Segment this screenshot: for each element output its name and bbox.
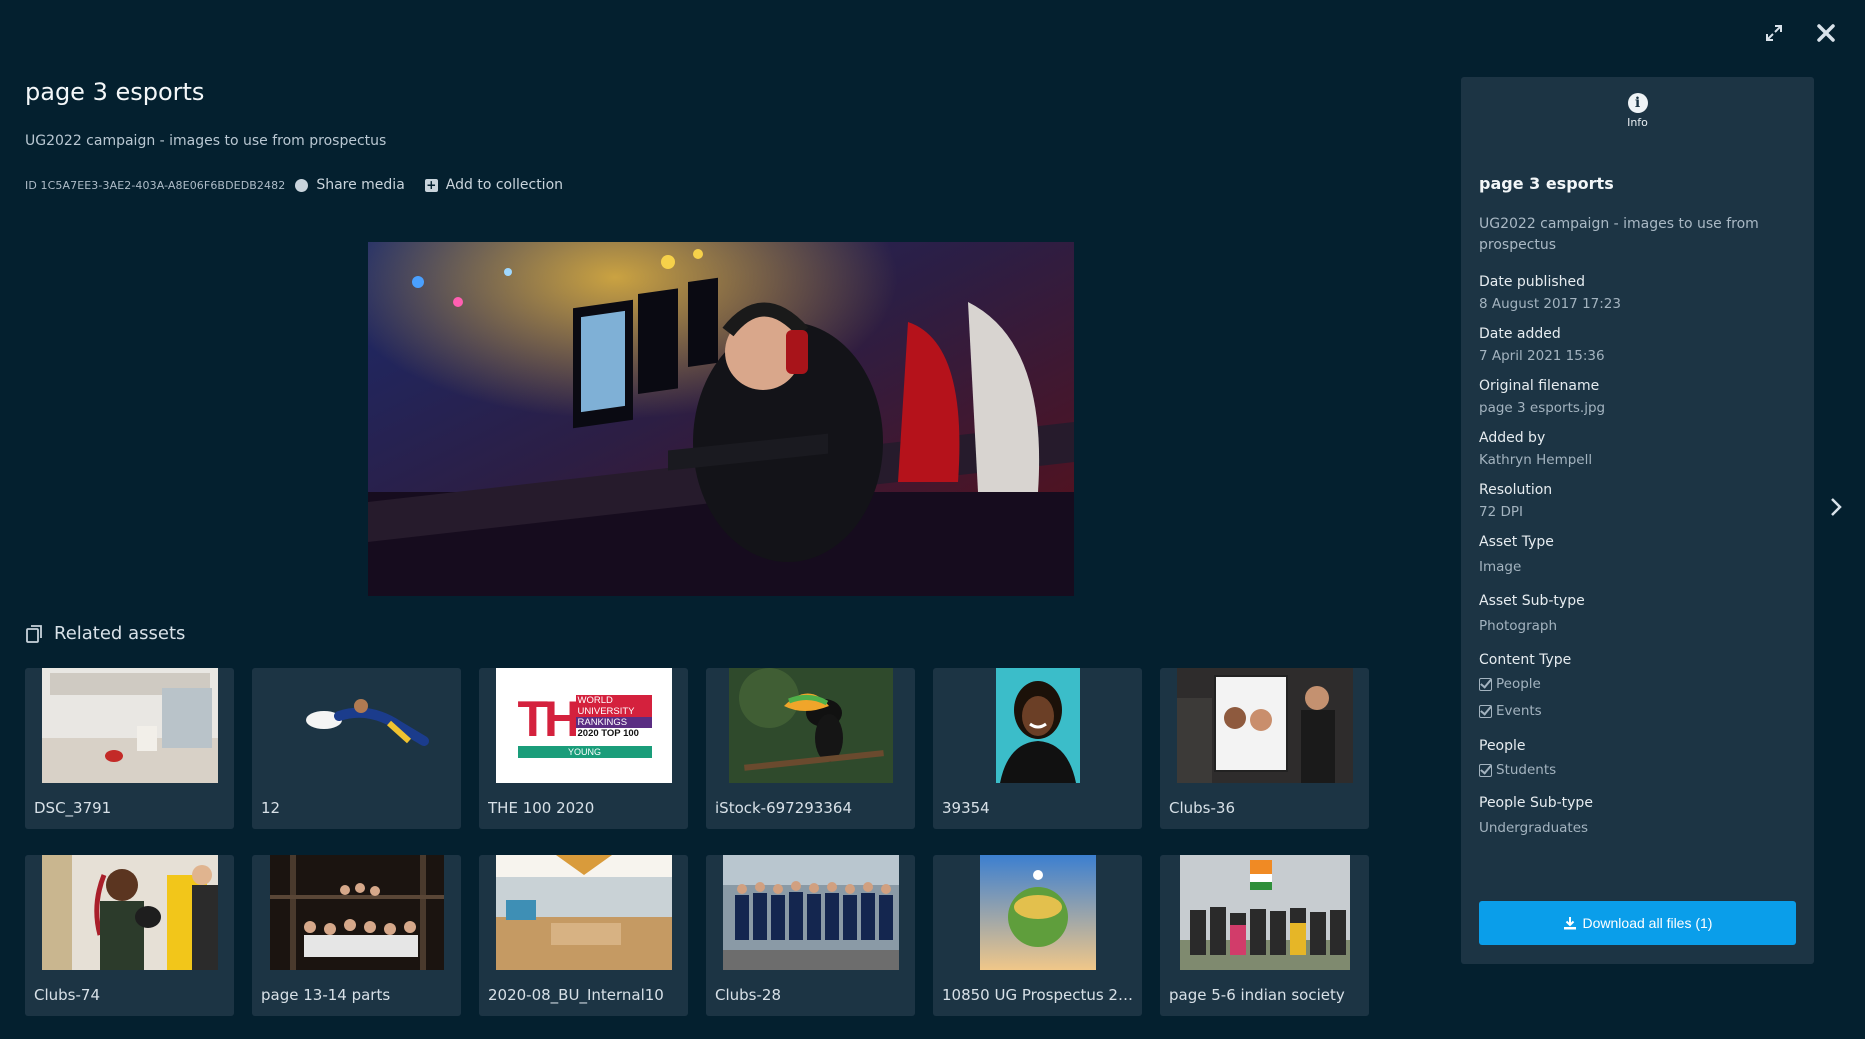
share-icon xyxy=(295,178,309,192)
related-asset-label: 39354 xyxy=(942,799,990,817)
related-asset-thumbnail xyxy=(41,668,218,783)
related-asset-thumbnail xyxy=(979,855,1096,970)
tab-info-label: Info xyxy=(1627,116,1648,129)
related-asset-card[interactable]: iStock-697293364 xyxy=(706,668,915,829)
related-asset-thumbnail xyxy=(995,668,1080,783)
tab-info[interactable]: i Info xyxy=(1461,93,1814,129)
related-asset-card[interactable]: Clubs-36 xyxy=(1160,668,1369,829)
related-asset-label: 2020-08_BU_Internal10 xyxy=(488,986,664,1004)
related-asset-card[interactable]: page 13-14 parts xyxy=(252,855,461,1016)
expand-icon[interactable] xyxy=(1761,20,1787,46)
field-content-type: Content Type People Events xyxy=(1479,649,1796,725)
close-icon[interactable] xyxy=(1813,20,1839,46)
related-asset-card[interactable]: Clubs-74 xyxy=(25,855,234,1016)
asset-id: ID 1C5A7EE3-3AE2-403A-A8E06F6BDEDB2482 xyxy=(25,178,286,192)
related-assets-title: Related assets xyxy=(54,623,186,644)
share-media-button[interactable]: Share media xyxy=(295,177,405,193)
related-asset-label: Clubs-36 xyxy=(1169,799,1235,817)
field-people: People Students xyxy=(1479,735,1796,784)
panel-title: page 3 esports xyxy=(1479,174,1614,193)
asset-meta-row: ID 1C5A7EE3-3AE2-403A-A8E06F6BDEDB2482 S… xyxy=(25,177,563,193)
download-all-label: Download all files (1) xyxy=(1582,915,1713,931)
related-asset-thumbnail xyxy=(722,855,899,970)
field-original-filename: Original filename page 3 esports.jpg xyxy=(1479,378,1606,416)
field-date-published: Date published 8 August 2017 17:23 xyxy=(1479,274,1621,312)
checkbox-icon xyxy=(1479,764,1492,777)
asset-description: UG2022 campaign - images to use from pro… xyxy=(25,133,387,149)
people-item: Students xyxy=(1479,757,1796,784)
checkbox-icon xyxy=(1479,678,1492,691)
info-panel: i Info page 3 esports UG2022 campaign - … xyxy=(1461,77,1814,964)
chevron-right-icon xyxy=(1831,498,1842,516)
related-asset-label: THE 100 2020 xyxy=(488,799,595,817)
related-asset-label: DSC_3791 xyxy=(34,799,112,817)
the-logo-text: WORLD UNIVERSITY RANKINGS 2020 TOP 100 xyxy=(575,695,652,739)
info-icon: i xyxy=(1627,93,1648,113)
share-media-label: Share media xyxy=(316,177,405,193)
related-asset-card[interactable]: 12 xyxy=(252,668,461,829)
related-asset-label: Clubs-74 xyxy=(34,986,100,1004)
field-resolution: Resolution 72 DPI xyxy=(1479,482,1553,520)
field-people-subtype: People Sub-type Undergraduates xyxy=(1479,795,1593,836)
related-asset-thumbnail xyxy=(495,855,672,970)
related-asset-card[interactable]: DSC_3791 xyxy=(25,668,234,829)
download-icon xyxy=(1563,917,1576,930)
related-assets-grid: DSC_3791 12 THE WORLD UNIVERSITY RANKING… xyxy=(25,668,1369,1016)
asset-main: page 3 esports UG2022 campaign - images … xyxy=(25,0,1385,1039)
related-asset-label: 12 xyxy=(261,799,281,817)
checkbox-icon xyxy=(1479,705,1492,718)
related-asset-label: Clubs-28 xyxy=(715,986,781,1004)
related-asset-thumbnail xyxy=(269,855,444,970)
asset-preview-image[interactable] xyxy=(368,242,1074,596)
related-asset-card[interactable]: 39354 xyxy=(933,668,1142,829)
plus-icon: + xyxy=(424,177,438,192)
add-to-collection-label: Add to collection xyxy=(445,177,564,193)
content-type-item: People xyxy=(1479,671,1796,698)
the-logo-young: YOUNG xyxy=(517,746,652,758)
field-added-by: Added by Kathryn Hempell xyxy=(1479,430,1593,468)
related-asset-thumbnail xyxy=(1176,668,1353,783)
related-asset-thumbnail xyxy=(268,668,445,783)
metadata-fields: Date published 8 August 2017 17:23 Date … xyxy=(1479,271,1796,847)
field-asset-type: Asset Type Image xyxy=(1479,534,1554,575)
related-asset-label: iStock-697293364 xyxy=(715,799,852,817)
related-asset-thumbnail: THE WORLD UNIVERSITY RANKINGS 2020 TOP 1… xyxy=(495,668,672,783)
panel-description: UG2022 campaign - images to use from pro… xyxy=(1479,216,1759,253)
related-asset-card[interactable]: 10850 UG Prospectus 2… xyxy=(933,855,1142,1016)
content-type-item: Events xyxy=(1479,698,1796,725)
related-asset-card[interactable]: THE WORLD UNIVERSITY RANKINGS 2020 TOP 1… xyxy=(479,668,688,829)
related-asset-card[interactable]: Clubs-28 xyxy=(706,855,915,1016)
page-title: page 3 esports xyxy=(25,78,205,106)
next-asset-button[interactable] xyxy=(1825,492,1847,522)
field-date-added: Date added 7 April 2021 15:36 xyxy=(1479,326,1605,364)
related-asset-label: page 13-14 parts xyxy=(261,986,391,1004)
related-asset-thumbnail xyxy=(1179,855,1350,970)
window-controls xyxy=(1761,20,1839,46)
related-asset-card[interactable]: 2020-08_BU_Internal10 xyxy=(479,855,688,1016)
field-asset-subtype: Asset Sub-type Photograph xyxy=(1479,593,1585,634)
related-asset-card[interactable]: page 5-6 indian society xyxy=(1160,855,1369,1016)
add-to-collection-button[interactable]: + Add to collection xyxy=(424,177,564,193)
related-asset-label: 10850 UG Prospectus 2… xyxy=(942,986,1133,1004)
download-all-button[interactable]: Download all files (1) xyxy=(1479,901,1796,945)
copy-icon xyxy=(26,624,42,643)
related-asset-thumbnail xyxy=(728,668,893,783)
related-asset-label: page 5-6 indian society xyxy=(1169,986,1345,1004)
related-asset-thumbnail xyxy=(41,855,218,970)
related-assets-heading: Related assets xyxy=(25,623,185,644)
